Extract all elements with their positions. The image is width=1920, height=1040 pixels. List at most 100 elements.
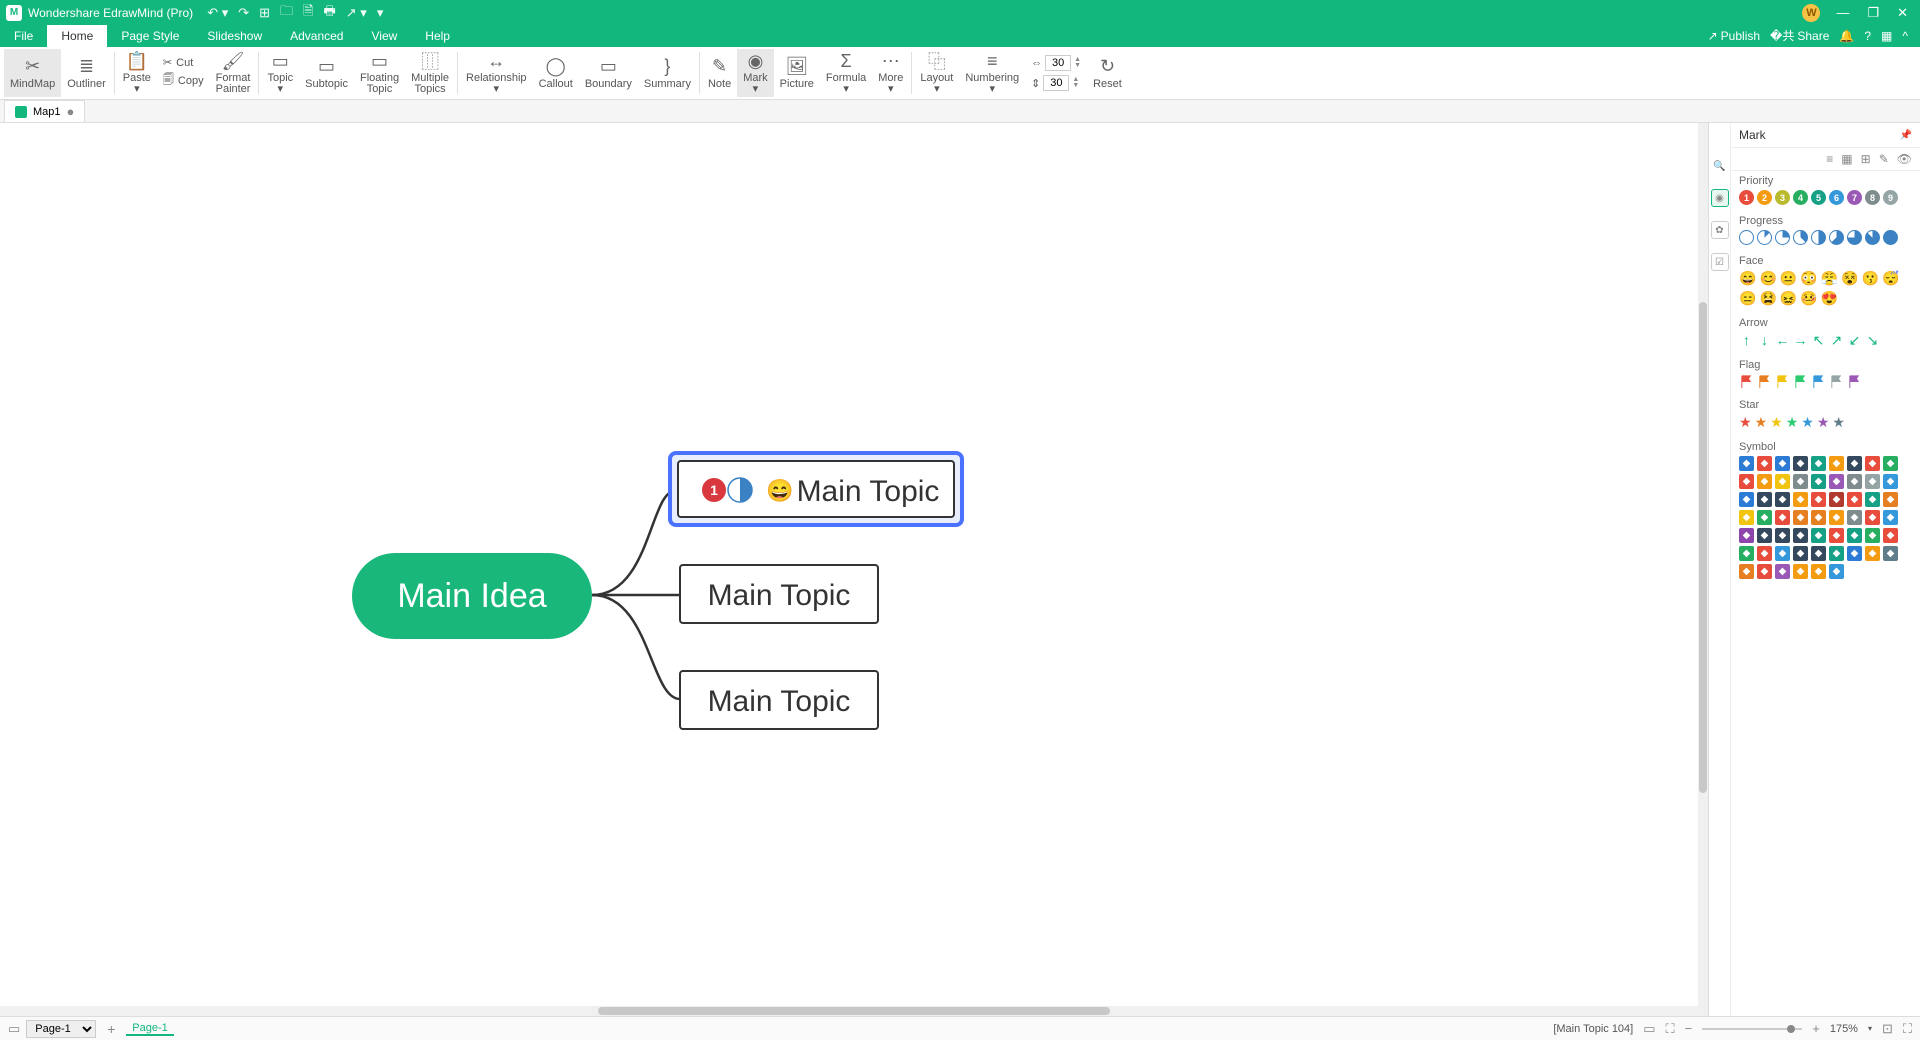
symbol-35[interactable]: ◆: [1883, 510, 1898, 525]
symbol-18[interactable]: ◆: [1739, 492, 1754, 507]
star-5[interactable]: ★: [1817, 414, 1830, 431]
manage-icon[interactable]: ✎: [1879, 152, 1889, 166]
symbol-2[interactable]: ◆: [1775, 456, 1790, 471]
add-group-icon[interactable]: ⊞: [1861, 152, 1871, 166]
flag-5[interactable]: [1829, 374, 1844, 389]
symbol-39[interactable]: ◆: [1793, 528, 1808, 543]
save-icon[interactable]: 🗎: [303, 2, 313, 24]
symbol-38[interactable]: ◆: [1775, 528, 1790, 543]
progress-5[interactable]: [1829, 230, 1844, 245]
progress-7[interactable]: [1865, 230, 1880, 245]
symbol-49[interactable]: ◆: [1811, 546, 1826, 561]
grid-icon[interactable]: ▦: [1881, 29, 1892, 43]
face-12[interactable]: 😍: [1821, 290, 1838, 307]
symbol-48[interactable]: ◆: [1793, 546, 1808, 561]
priority-4[interactable]: 4: [1793, 190, 1808, 205]
page-select[interactable]: Page-1: [26, 1020, 96, 1038]
zoom-in-icon[interactable]: +: [1812, 1021, 1820, 1036]
symbol-10[interactable]: ◆: [1757, 474, 1772, 489]
minimize-icon[interactable]: —: [1836, 5, 1849, 21]
boundary-button[interactable]: ▭Boundary: [579, 49, 638, 97]
face-6[interactable]: 😗: [1862, 270, 1879, 287]
clipart-tab-icon[interactable]: ✿: [1711, 221, 1729, 239]
star-2[interactable]: ★: [1770, 414, 1783, 431]
callout-button[interactable]: ◯Callout: [533, 49, 579, 97]
symbol-11[interactable]: ◆: [1775, 474, 1790, 489]
share-button[interactable]: �共 Share: [1770, 27, 1829, 44]
star-1[interactable]: ★: [1755, 414, 1768, 431]
zoom-slider[interactable]: [1702, 1028, 1802, 1030]
flag-6[interactable]: [1847, 374, 1862, 389]
progress-2[interactable]: [1775, 230, 1790, 245]
menu-view[interactable]: View: [357, 25, 411, 47]
list-view-icon[interactable]: ≡: [1826, 152, 1833, 166]
symbol-30[interactable]: ◆: [1793, 510, 1808, 525]
publish-button[interactable]: ↗ Publish: [1708, 29, 1760, 43]
symbol-12[interactable]: ◆: [1793, 474, 1808, 489]
star-0[interactable]: ★: [1739, 414, 1752, 431]
symbol-53[interactable]: ◆: [1883, 546, 1898, 561]
symbol-40[interactable]: ◆: [1811, 528, 1826, 543]
symbol-27[interactable]: ◆: [1739, 510, 1754, 525]
mindmap-button[interactable]: ✂MindMap: [4, 49, 61, 97]
symbol-13[interactable]: ◆: [1811, 474, 1826, 489]
symbol-25[interactable]: ◆: [1865, 492, 1880, 507]
symbol-19[interactable]: ◆: [1757, 492, 1772, 507]
flag-2[interactable]: [1775, 374, 1790, 389]
symbol-50[interactable]: ◆: [1829, 546, 1844, 561]
arrow-0[interactable]: ↑: [1739, 332, 1754, 349]
arrow-3[interactable]: →: [1793, 332, 1808, 349]
collapse-ribbon-icon[interactable]: ^: [1902, 29, 1908, 43]
flag-3[interactable]: [1793, 374, 1808, 389]
zoom-out-icon[interactable]: −: [1685, 1021, 1693, 1036]
present-icon[interactable]: ▭: [1643, 1021, 1655, 1037]
arrow-6[interactable]: ↙: [1847, 332, 1862, 349]
flag-1[interactable]: [1757, 374, 1772, 389]
outliner-button[interactable]: ≣Outliner: [61, 49, 112, 97]
face-10[interactable]: 😖: [1780, 290, 1797, 307]
symbol-54[interactable]: ◆: [1739, 564, 1754, 579]
symbol-15[interactable]: ◆: [1847, 474, 1862, 489]
layout-button[interactable]: ⿻Layout▾: [914, 49, 959, 97]
open-icon[interactable]: 🗀: [280, 2, 293, 24]
priority-3[interactable]: 3: [1775, 190, 1790, 205]
progress-0[interactable]: [1739, 230, 1754, 245]
close-icon[interactable]: ✕: [1897, 5, 1908, 21]
symbol-23[interactable]: ◆: [1829, 492, 1844, 507]
symbol-56[interactable]: ◆: [1775, 564, 1790, 579]
star-4[interactable]: ★: [1801, 414, 1814, 431]
symbol-22[interactable]: ◆: [1811, 492, 1826, 507]
face-2[interactable]: 😐: [1780, 270, 1797, 287]
canvas[interactable]: Main Idea 1 😄 Main Topic Main Topic Main…: [0, 123, 1708, 1016]
menu-file[interactable]: File: [0, 25, 47, 47]
doc-tab-map1[interactable]: Map1 ●: [4, 100, 85, 122]
priority-5[interactable]: 5: [1811, 190, 1826, 205]
vertical-scrollbar[interactable]: [1698, 123, 1708, 1016]
symbol-7[interactable]: ◆: [1865, 456, 1880, 471]
panel-pin-icon[interactable]: 📌: [1900, 130, 1912, 141]
symbol-34[interactable]: ◆: [1865, 510, 1880, 525]
cut-button[interactable]: ✂ Cut: [163, 56, 204, 69]
symbol-17[interactable]: ◆: [1883, 474, 1898, 489]
menu-page-style[interactable]: Page Style: [107, 25, 193, 47]
format-painter-button[interactable]: 🖌Format Painter: [210, 49, 257, 97]
symbol-36[interactable]: ◆: [1739, 528, 1754, 543]
more-button[interactable]: ⋯More▾: [872, 49, 909, 97]
symbol-57[interactable]: ◆: [1793, 564, 1808, 579]
numbering-button[interactable]: ≡Numbering▾: [959, 49, 1025, 97]
arrow-1[interactable]: ↓: [1757, 332, 1772, 349]
export-icon[interactable]: ↗ ▾: [346, 5, 367, 21]
subtopic-button[interactable]: ▭Subtopic: [299, 49, 354, 97]
symbol-41[interactable]: ◆: [1829, 528, 1844, 543]
symbol-45[interactable]: ◆: [1739, 546, 1754, 561]
symbol-3[interactable]: ◆: [1793, 456, 1808, 471]
task-tab-icon[interactable]: ☑: [1711, 253, 1729, 271]
symbol-55[interactable]: ◆: [1757, 564, 1772, 579]
symbol-37[interactable]: ◆: [1757, 528, 1772, 543]
face-9[interactable]: 😫: [1759, 290, 1776, 307]
symbol-59[interactable]: ◆: [1829, 564, 1844, 579]
symbol-20[interactable]: ◆: [1775, 492, 1790, 507]
symbol-21[interactable]: ◆: [1793, 492, 1808, 507]
doc-tab-close-icon[interactable]: ●: [67, 104, 75, 119]
star-3[interactable]: ★: [1786, 414, 1799, 431]
